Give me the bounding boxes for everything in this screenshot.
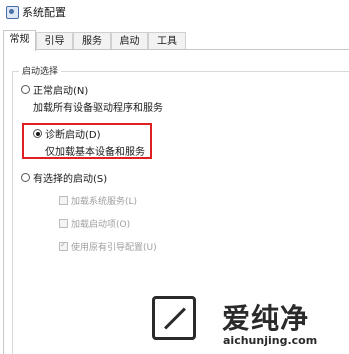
system-config-icon: [6, 6, 19, 19]
tab-general[interactable]: 常规: [3, 30, 36, 51]
tab-strip: 常规 引导 服务 启动 工具: [0, 30, 349, 51]
load-system-services-checkbox[interactable]: [59, 196, 68, 205]
title-bar: 系统配置: [0, 0, 349, 24]
window-title: 系统配置: [22, 6, 66, 19]
tab-boot[interactable]: 引导: [36, 32, 73, 49]
watermark-text: 爱纯净: [222, 302, 310, 335]
normal-startup-radio[interactable]: [21, 85, 30, 94]
watermark-url: aichunjing.com: [223, 334, 318, 347]
tab-tools[interactable]: 工具: [148, 32, 186, 49]
tab-services[interactable]: 服务: [73, 32, 111, 49]
selective-startup-radio[interactable]: [21, 173, 30, 182]
normal-startup-label[interactable]: 正常启动(N): [33, 82, 88, 97]
use-original-boot-config-label: 使用原有引导配置(U): [71, 243, 157, 253]
use-original-boot-config-checkbox[interactable]: [59, 240, 68, 251]
tab-startup[interactable]: 启动: [111, 32, 148, 49]
normal-startup-description: 加载所有设备驱动程序和服务: [33, 103, 163, 114]
load-system-services-label: 加载系统服务(L): [71, 197, 138, 207]
watermark-logo-icon: [152, 296, 196, 340]
load-startup-items-checkbox[interactable]: [59, 219, 68, 228]
highlight-box: [22, 123, 152, 159]
load-startup-items-label: 加载启动项(O): [71, 220, 131, 230]
selective-startup-label[interactable]: 有选择的启动(S): [33, 170, 107, 185]
group-label: 启动选择: [19, 64, 62, 77]
